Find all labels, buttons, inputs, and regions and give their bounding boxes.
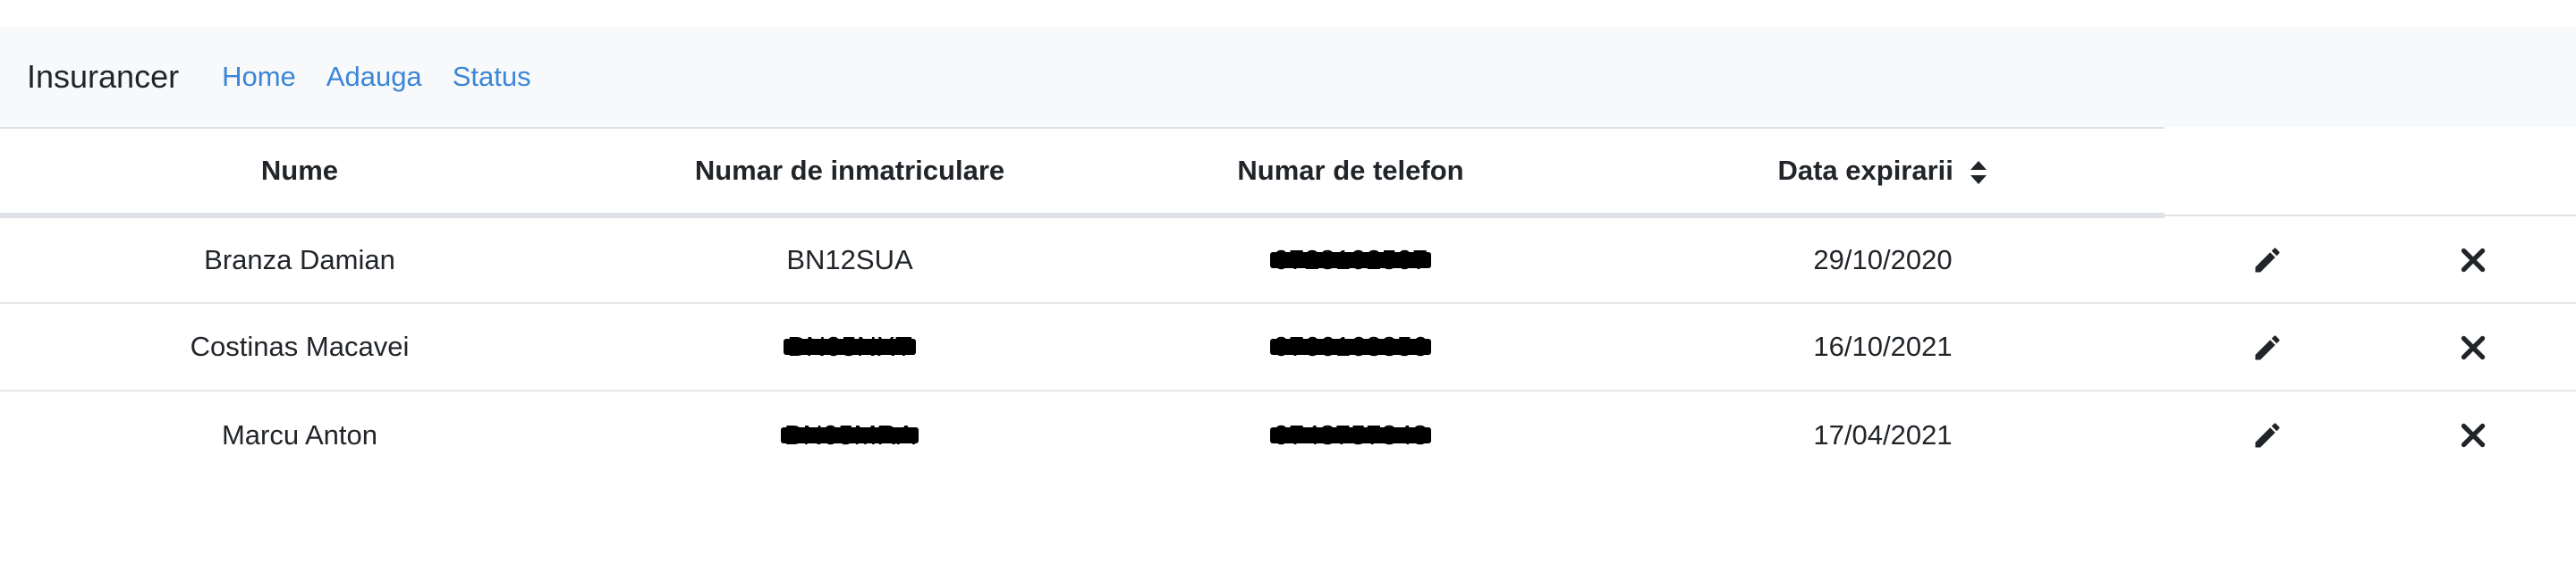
brand-logo-text[interactable]: Insurancer	[27, 58, 179, 96]
header-edit-blank	[2165, 128, 2370, 216]
redacted-phone: 0728102507	[1269, 244, 1432, 276]
redacted-phone: 0748757848	[1269, 419, 1432, 451]
cell-data-expirarii: 16/10/2021	[1601, 303, 2165, 392]
redaction-bar	[1269, 426, 1432, 443]
table-row: Branza Damian BN12SUA 0728102507 29/10/2…	[0, 215, 2576, 304]
close-icon[interactable]	[2457, 419, 2489, 451]
nav-link-adauga[interactable]: Adauga	[326, 61, 422, 93]
cell-nume: Marcu Anton	[221, 418, 378, 451]
insurance-table-container: Nume Numar de inmatriculare Numar de tel…	[0, 127, 2576, 478]
cell-numar-telefon: 0748757848	[1100, 391, 1601, 478]
pencil-icon[interactable]	[2251, 244, 2284, 276]
header-nume: Nume	[0, 127, 599, 218]
cell-numar-inmatriculare: BN05MRA	[599, 391, 1100, 478]
cell-numar-inmatriculare: BN12SUA	[599, 215, 1100, 304]
redacted-plate: BN05MRA	[780, 419, 919, 451]
redaction-bar	[780, 426, 919, 443]
cell-numar-inmatriculare: BN05NXT	[599, 303, 1100, 392]
pencil-icon[interactable]	[2251, 332, 2284, 364]
cell-numar-telefon: 0728102507	[1100, 215, 1601, 304]
cell-edit	[2165, 303, 2370, 392]
header-data-expirarii[interactable]: Data expirarii	[1601, 127, 2165, 218]
cell-delete	[2370, 391, 2576, 478]
close-icon[interactable]	[2457, 244, 2489, 276]
cell-nume: Costinas Macavei	[0, 303, 599, 392]
redacted-plate: BN05NXT	[784, 331, 916, 363]
table-row: Marcu Anton BN05MRA 0748757848 17/04/202…	[0, 391, 2576, 478]
header-data-expirarii-label: Data expirarii	[1777, 155, 1953, 186]
header-numar-telefon: Numar de telefon	[1100, 127, 1601, 218]
redaction-bar	[1269, 339, 1432, 355]
redacted-phone: 0766168856	[1269, 331, 1432, 363]
nav-link-status[interactable]: Status	[453, 61, 531, 93]
redaction-bar	[1269, 252, 1432, 268]
cell-nume: Branza Damian	[0, 215, 599, 304]
cell-data-expirarii: 29/10/2020	[1601, 215, 2165, 304]
cell-edit	[2165, 215, 2370, 304]
table-row: Costinas Macavei BN05NXT 0766168856 16/1…	[0, 303, 2576, 392]
header-numar-inmatriculare: Numar de inmatriculare	[599, 127, 1100, 218]
insurance-table: Nume Numar de inmatriculare Numar de tel…	[0, 127, 2576, 478]
navbar: Insurancer Home Adauga Status	[0, 27, 2576, 127]
cell-numar-telefon: 0766168856	[1100, 303, 1601, 392]
cell-edit	[2165, 391, 2370, 478]
close-icon[interactable]	[2457, 332, 2489, 364]
sort-icon[interactable]	[1969, 160, 1988, 185]
table-header-row: Nume Numar de inmatriculare Numar de tel…	[0, 127, 2576, 218]
cell-delete	[2370, 215, 2576, 304]
pencil-icon[interactable]	[2251, 419, 2284, 451]
nav-link-home[interactable]: Home	[222, 61, 296, 93]
cell-delete	[2370, 303, 2576, 392]
redaction-bar	[784, 339, 916, 355]
header-delete-blank	[2370, 128, 2576, 216]
cell-data-expirarii: 17/04/2021	[1813, 418, 1953, 451]
